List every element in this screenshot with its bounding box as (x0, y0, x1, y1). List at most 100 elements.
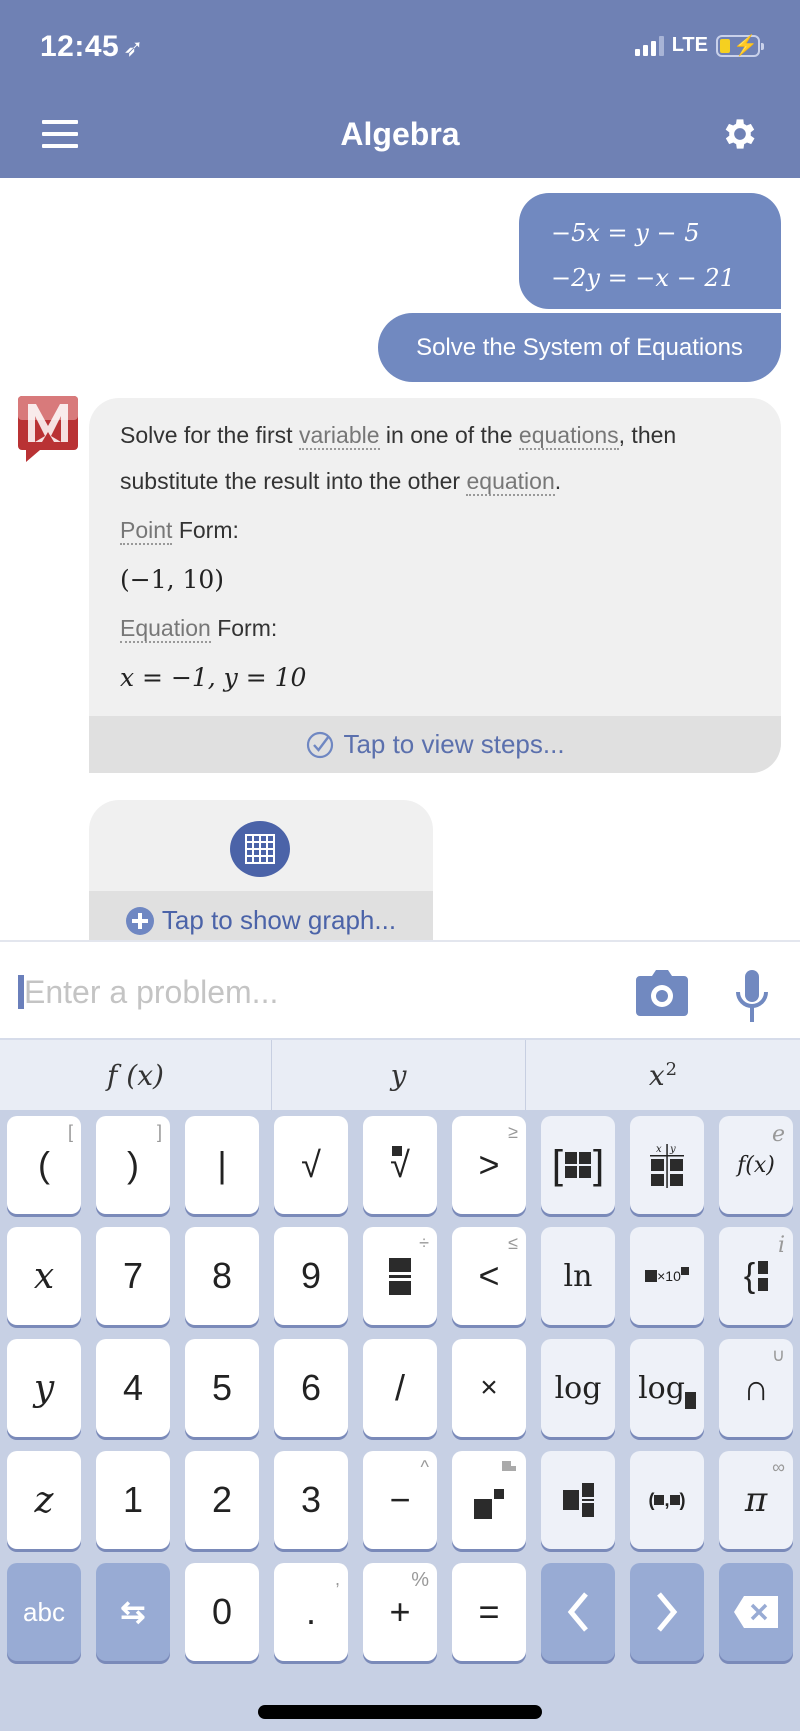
key-2[interactable]: 2 (185, 1451, 259, 1549)
home-indicator[interactable] (258, 1705, 542, 1719)
status-time: 12:45 ➶ (40, 30, 144, 64)
term-link-point[interactable]: Point (120, 517, 173, 545)
term-link-equation-form[interactable]: Equation (120, 615, 211, 643)
xy-table-icon: x y (650, 1144, 684, 1188)
key-piecewise[interactable]: { i (719, 1227, 793, 1325)
key-nth-root[interactable]: √ (363, 1116, 437, 1214)
key-ln[interactable]: ln (541, 1227, 615, 1325)
chevron-right-icon (657, 1592, 678, 1632)
key-row: z 1 2 3 − ^ (,) π ∞ (7, 1451, 797, 1549)
key-mixed-fraction[interactable] (541, 1451, 615, 1549)
key-x[interactable]: x (7, 1227, 81, 1325)
key-intersection[interactable]: ∩ ∪ (719, 1339, 793, 1437)
tab-functions[interactable]: f (x) (0, 1040, 272, 1110)
battery-charging-icon: ⚡ (716, 34, 764, 57)
matrix-icon: [] (551, 1142, 605, 1187)
key-abc[interactable]: abc (7, 1563, 81, 1661)
key-ordered-pair[interactable]: (,) (630, 1451, 704, 1549)
show-graph-button[interactable]: Tap to show graph... (89, 891, 433, 940)
key-backspace[interactable] (719, 1563, 793, 1661)
mathway-logo-icon (18, 396, 78, 462)
key-greater-than[interactable]: > ≥ (452, 1116, 526, 1214)
key-minus[interactable]: − ^ (363, 1451, 437, 1549)
key-1[interactable]: 1 (96, 1451, 170, 1549)
location-arrow-icon: ➶ (123, 35, 144, 62)
svg-text:x: x (656, 1144, 662, 1155)
key-log[interactable]: log (541, 1339, 615, 1437)
tab-powers[interactable]: x2 (526, 1040, 800, 1110)
plus-circle-icon (125, 907, 154, 935)
key-pi[interactable]: π ∞ (719, 1451, 793, 1549)
chevron-left-icon (567, 1592, 588, 1632)
key-row: abc ⇆ 0 ., +% = (7, 1563, 797, 1661)
backspace-icon (734, 1596, 778, 1628)
key-0[interactable]: 0 (185, 1563, 259, 1661)
equation-form-value: x = −1, y = 10 (120, 663, 307, 692)
answer-bubble: Solve for the first variable in one of t… (89, 398, 781, 773)
key-less-than[interactable]: < ≤ (452, 1227, 526, 1325)
clock: 12:45 (40, 30, 120, 63)
key-3[interactable]: 3 (274, 1451, 348, 1549)
show-graph-label: Tap to show graph... (161, 905, 397, 935)
app-header: 12:45 ➶ LTE ⚡ Algebra (0, 0, 800, 178)
view-steps-button[interactable]: Tap to view steps... (89, 716, 781, 773)
key-xy-table[interactable]: x y (630, 1116, 704, 1214)
microphone-icon[interactable] (735, 970, 769, 1022)
camera-icon[interactable] (636, 970, 688, 1016)
term-link-equation[interactable]: equation (466, 468, 555, 496)
user-equations-bubble[interactable]: −5x = y − 5 −2y = −x − 21 (519, 193, 781, 309)
key-4[interactable]: 4 (96, 1339, 170, 1437)
key-divide[interactable]: / (363, 1339, 437, 1437)
signal-icon (634, 35, 664, 56)
keyboard-tabs: f (x) y x2 (0, 1040, 800, 1110)
key-matrix[interactable]: [] (541, 1116, 615, 1214)
key-scientific-notation[interactable]: ×10 (630, 1227, 704, 1325)
network-label: LTE (671, 34, 708, 56)
key-open-paren[interactable]: ([ (7, 1116, 81, 1214)
graph-grid-icon[interactable] (230, 821, 290, 877)
key-equals[interactable]: = (452, 1563, 526, 1661)
equation-line: −5x = y − 5 (551, 219, 700, 247)
term-link-variable[interactable]: variable (298, 422, 380, 450)
svg-text:y: y (669, 1144, 676, 1155)
point-form-value: (−1, 10) (120, 565, 225, 594)
view-steps-label: Tap to view steps... (343, 729, 565, 759)
key-cursor-left[interactable] (541, 1563, 615, 1661)
graph-card: Tap to show graph... (89, 800, 433, 940)
equation-line: −2y = −x − 21 (551, 264, 735, 292)
math-keyboard: f (x) y x2 ([ )] | √ √ > ≥ [] x y f(x) e… (0, 1040, 800, 1731)
swap-arrows-icon: ⇆ (120, 1595, 146, 1629)
key-multiply[interactable]: × (452, 1339, 526, 1437)
key-function[interactable]: f(x) e (719, 1116, 793, 1214)
key-plus[interactable]: +% (363, 1563, 437, 1661)
fraction-icon (389, 1257, 411, 1295)
key-z[interactable]: z (7, 1451, 81, 1549)
key-row: ([ )] | √ √ > ≥ [] x y f(x) e (7, 1116, 797, 1214)
key-6[interactable]: 6 (274, 1339, 348, 1437)
key-decimal[interactable]: ., (274, 1563, 348, 1661)
key-swap[interactable]: ⇆ (96, 1563, 170, 1661)
problem-input[interactable] (18, 962, 598, 1022)
key-abs[interactable]: | (185, 1116, 259, 1214)
status-indicators: LTE ⚡ (634, 34, 764, 57)
key-close-paren[interactable]: )] (96, 1116, 170, 1214)
check-circle-icon (307, 731, 334, 758)
point-form-label: Point Form: (120, 517, 239, 545)
solve-command-bubble[interactable]: Solve the System of Equations (378, 313, 781, 382)
key-8[interactable]: 8 (185, 1227, 259, 1325)
term-link-equations[interactable]: equations (518, 422, 619, 450)
key-row: x 7 8 9 ÷ < ≤ ln ×10 { i (7, 1227, 797, 1325)
key-9[interactable]: 9 (274, 1227, 348, 1325)
key-5[interactable]: 5 (185, 1339, 259, 1437)
tab-variables[interactable]: y (272, 1040, 526, 1110)
key-fraction[interactable]: ÷ (363, 1227, 437, 1325)
gear-icon[interactable] (720, 114, 760, 154)
key-log-base[interactable]: log (630, 1339, 704, 1437)
key-cursor-right[interactable] (630, 1563, 704, 1661)
key-sqrt[interactable]: √ (274, 1116, 348, 1214)
key-exponent[interactable] (452, 1451, 526, 1549)
key-y[interactable]: y (7, 1339, 81, 1437)
key-7[interactable]: 7 (96, 1227, 170, 1325)
answer-intro: Solve for the first variable in one of t… (120, 422, 677, 496)
equation-form-label: Equation Form: (120, 615, 278, 643)
